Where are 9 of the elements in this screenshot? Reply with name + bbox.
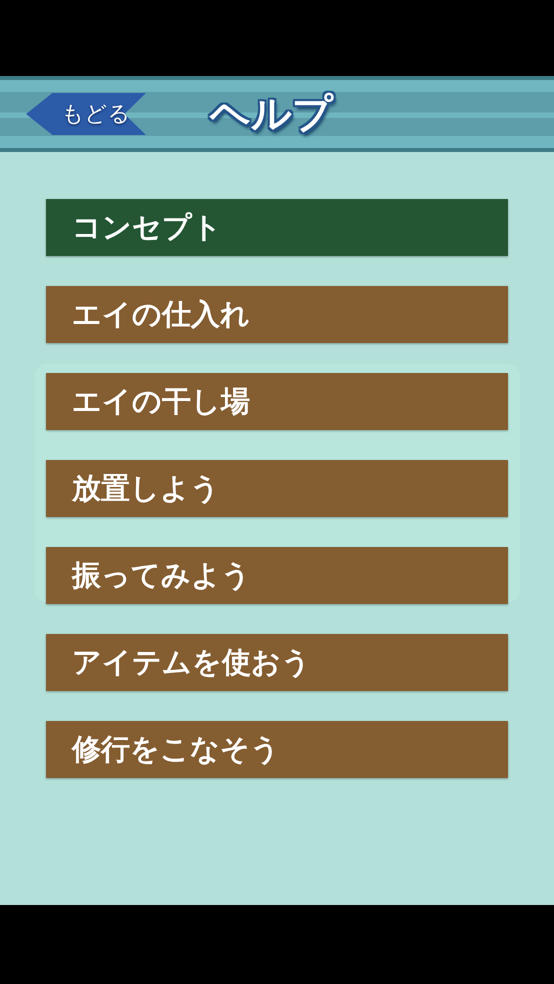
menu-item[interactable]: コンセプト	[46, 199, 508, 256]
menu-item[interactable]: 修行をこなそう	[46, 721, 508, 778]
page-title: ヘルプ	[210, 90, 333, 139]
menu-item[interactable]: 放置しよう	[46, 460, 508, 517]
menu-item[interactable]: アイテムを使おう	[46, 634, 508, 691]
menu-item[interactable]: 振ってみよう	[46, 547, 508, 604]
menu-item[interactable]: エイの干し場	[46, 373, 508, 430]
back-button[interactable]: もどる	[26, 93, 146, 135]
menu-item[interactable]: エイの仕入れ	[46, 286, 508, 343]
